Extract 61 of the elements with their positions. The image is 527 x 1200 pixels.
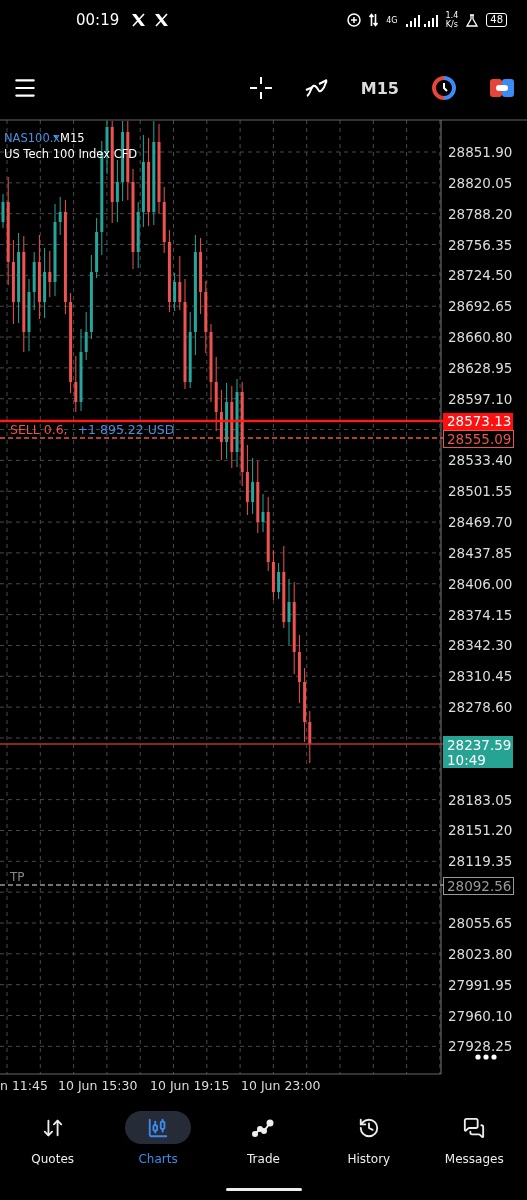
time-label: 10 Jun 23:00 [241,1078,321,1093]
time-label: 10 Jun 15:30 [58,1078,138,1093]
nav-tab[interactable]: History [323,1111,414,1166]
price-label: 28183.05 [448,791,513,808]
price-label: 28692.65 [448,298,513,315]
nav-tab[interactable]: Charts [113,1111,204,1166]
clock-toggle-icon[interactable] [429,73,459,103]
price-label: 28469.70 [448,514,513,531]
x-icon [131,13,147,27]
timeframe-button[interactable]: M15 [358,76,401,100]
take-profit-label: TP [10,870,25,884]
flask-icon [466,13,479,27]
time-label: n 11:45 [0,1078,48,1093]
open-price-tag: 28555.09 [443,430,514,448]
price-label: 28310.45 [448,668,513,685]
battery-level: 48 [486,13,507,27]
history-icon [357,1116,380,1139]
price-label: 27991.95 [448,976,513,993]
add-circle-icon [347,13,362,27]
current-price-tag: 28237.59 10:49 [443,736,513,768]
price-label: 27928.25 [448,1038,513,1055]
price-label: 28278.60 [448,699,513,716]
symbol-name[interactable]: NAS100.x [4,131,61,145]
chart-timeframe: M15 [60,131,85,145]
status-time: 00:19 [76,11,120,29]
signal-icon [405,13,438,27]
take-profit-tag: 28092.56 [443,877,514,895]
price-label: 28055.65 [448,915,513,931]
price-label: 28437.85 [448,544,513,561]
price-tag: 28573.13 [443,413,513,430]
nav-tab[interactable]: Trade [218,1111,309,1166]
price-label: 27960.10 [448,1007,513,1024]
net-speed: 1.4 [445,11,459,20]
messages-icon [463,1116,486,1139]
price-label: 28660.80 [448,329,513,346]
price-label: 28501.55 [448,483,513,500]
nav-tab[interactable]: Messages [429,1111,520,1166]
x-icon [154,13,170,27]
price-label: 28374.15 [448,606,513,623]
price-label: 28406.00 [448,575,513,592]
price-label: 28851.90 [448,144,513,160]
dropdown-icon[interactable] [53,135,58,139]
time-label: 10 Jun 19:15 [150,1078,230,1093]
price-label: 28628.95 [448,359,513,376]
candlestick-icon [147,1116,170,1139]
price-label: 28023.80 [448,945,513,962]
price-label: 28597.10 [448,390,513,407]
price-label: 28724.50 [448,267,513,284]
price-label: 28151.20 [448,822,513,839]
price-label: 28820.05 [448,174,513,191]
network-type: 4G [386,15,398,25]
more-icon[interactable] [475,1054,497,1060]
price-label: 28342.30 [448,637,513,654]
price-label: 28119.35 [448,853,513,870]
price-label: 28756.35 [448,236,513,253]
price-label: 28533.40 [448,452,513,469]
price-label: 28788.20 [448,205,513,222]
net-speed-unit: K/s [445,20,458,29]
position-label: SELL 0.6, +1 895.22 USD [10,422,175,437]
nav-tab[interactable]: Quotes [7,1111,98,1166]
data-arrows-icon [369,13,379,27]
